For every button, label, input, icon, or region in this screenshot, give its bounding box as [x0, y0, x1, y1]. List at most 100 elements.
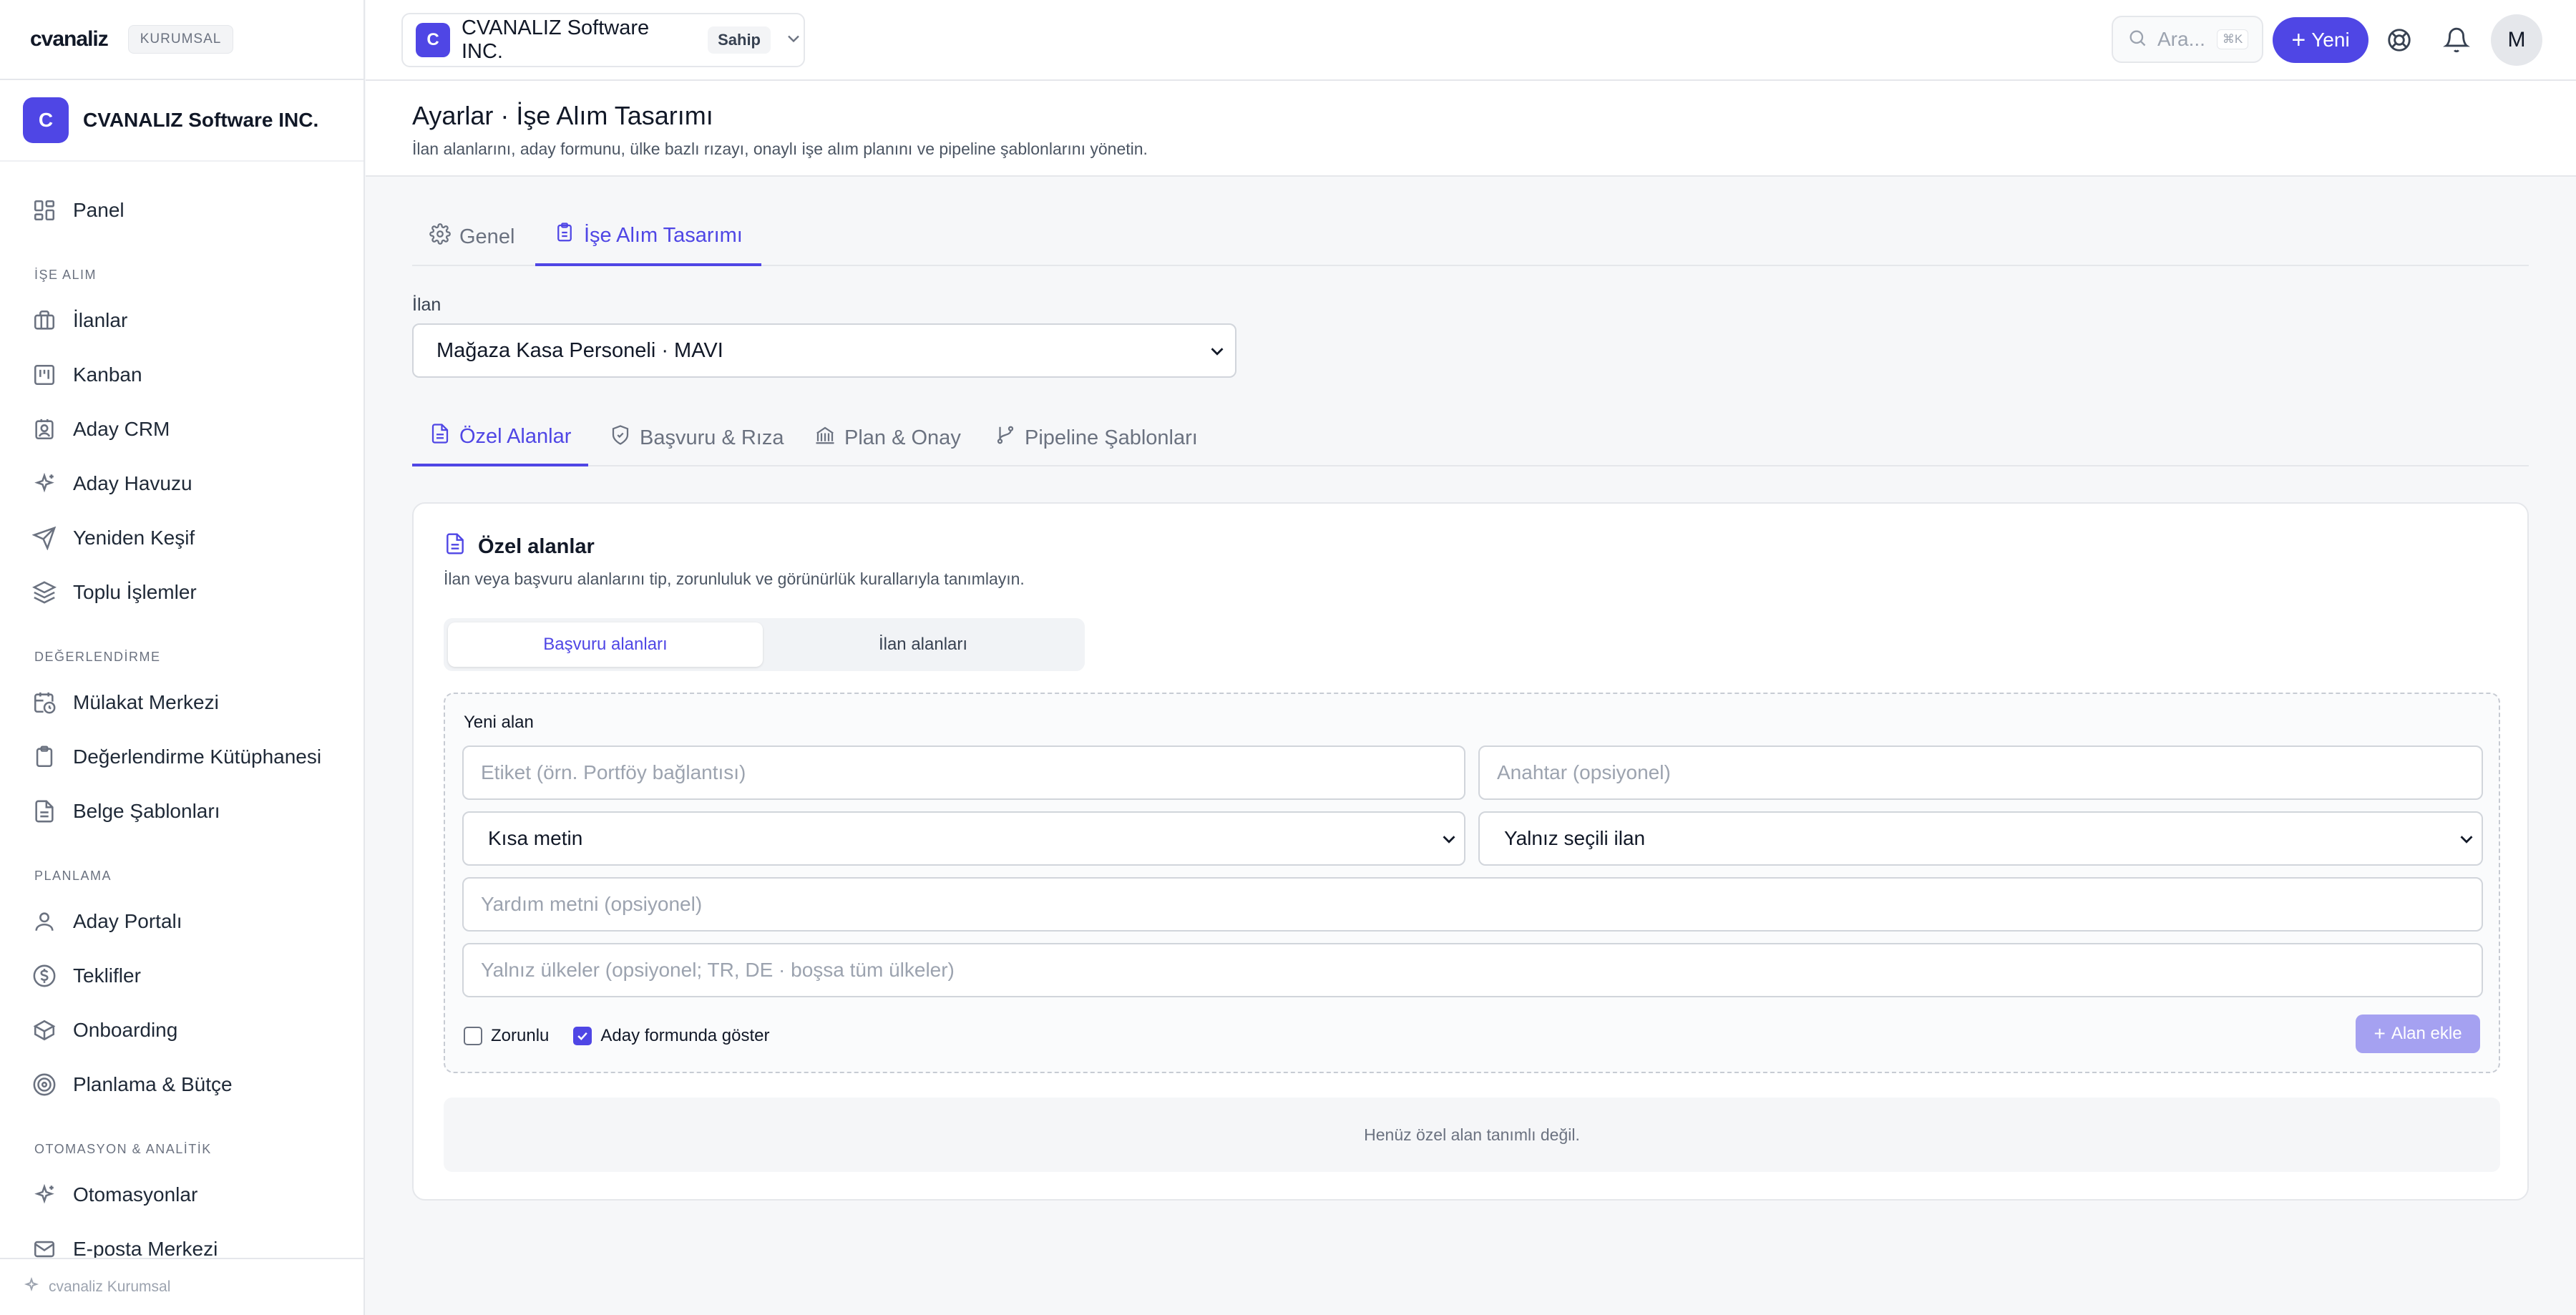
tab-basvuru-riza[interactable]: Başvuru & Rıza [610, 409, 784, 466]
sidebar-item-label: Panel [73, 199, 125, 221]
user-icon [31, 909, 57, 934]
search-input[interactable]: Ara... ⌘K [2112, 16, 2263, 63]
grid-icon [31, 197, 57, 223]
tab-label: Özel Alanlar [459, 424, 572, 448]
brand-row: cvanaliz KURUMSAL [0, 0, 364, 80]
key-input-placeholder: Anahtar (opsiyonel) [1497, 761, 1671, 783]
sidebar-item-yeniden-kesif[interactable]: Yeniden Keşif [31, 517, 195, 559]
git-branch-icon [995, 424, 1025, 451]
sidebar-footer: cvanaliz Kurumsal [0, 1258, 364, 1315]
sidebar-item-aday-havuzu[interactable]: Aday Havuzu [31, 462, 192, 505]
key-input[interactable]: Anahtar (opsiyonel) [1478, 746, 2483, 800]
sidebar-item-label: Toplu İşlemler [73, 581, 197, 603]
sidebar-item-aday-crm[interactable]: Aday CRM [31, 408, 170, 451]
segment-basvuru-alanlari[interactable]: Başvuru alanları [448, 622, 763, 667]
dollar-circle-icon [31, 963, 57, 989]
field-scope-value: Yalnız seçili ilan [1504, 827, 1646, 849]
sidebar-item-planlama-butce[interactable]: Planlama & Bütçe [31, 1063, 233, 1106]
calendar-clock-icon [31, 690, 57, 715]
empty-state: Henüz özel alan tanımlı değil. [444, 1098, 2500, 1172]
sidebar-item-mulakat-merkezi[interactable]: Mülakat Merkezi [31, 681, 219, 724]
sidebar-item-label: Aday Havuzu [73, 472, 192, 494]
layers-icon [31, 580, 57, 605]
section-heading-ise-alim: İŞE ALIM [34, 268, 97, 282]
footer-label: cvanaliz Kurumsal [49, 1279, 171, 1295]
field-type-select[interactable]: Kısa metin [462, 811, 1465, 866]
new-field-form: Yeni alan Etiket (örn. Portföy bağlantıs… [444, 693, 2500, 1073]
section-heading-otomasyon-analitik: OTOMASYON & ANALİTİK [34, 1142, 212, 1156]
brand-logo[interactable]: cvanaliz [30, 27, 109, 52]
sidebar-item-belge-sablonlari[interactable]: Belge Şablonları [31, 790, 220, 833]
field-options: Zorunlu Aday formunda göster [464, 1026, 770, 1046]
org-switcher[interactable]: C CVANALIZ Software INC. Sahip [401, 13, 805, 67]
sidebar-item-teklifler[interactable]: Teklifler [31, 954, 141, 997]
tab-pipeline-sablonlari[interactable]: Pipeline Şablonları [995, 409, 1198, 466]
countries-input[interactable]: Yalnız ülkeler (opsiyonel; TR, DE · boşs… [462, 943, 2483, 997]
chevron-down-icon [1438, 828, 1460, 855]
add-field-label: Alan ekle [2391, 1024, 2462, 1043]
help-lifebuoy-icon[interactable] [2384, 24, 2415, 56]
tab-label: Plan & Onay [844, 426, 961, 449]
sidebar-item-toplu-islemler[interactable]: Toplu İşlemler [31, 571, 197, 614]
card-subtitle: İlan veya başvuru alanlarını tip, zorunl… [444, 569, 1025, 588]
field-scope-toggle: Başvuru alanları İlan alanları [444, 618, 1085, 671]
contact-card-icon [31, 416, 57, 442]
sidebar-item-onboarding[interactable]: Onboarding [31, 1009, 177, 1052]
send-icon [31, 525, 57, 551]
document-icon [444, 532, 478, 561]
section-heading-planlama: PLANLAMA [34, 869, 112, 883]
bank-icon [814, 424, 844, 451]
org-header[interactable]: C CVANALIZ Software INC. [0, 80, 364, 162]
field-scope-select[interactable]: Yalnız seçili ilan [1478, 811, 2483, 866]
add-field-button[interactable]: + Alan ekle [2356, 1015, 2480, 1053]
card-title-text: Özel alanlar [478, 534, 595, 558]
sidebar-item-ilanlar[interactable]: İlanlar [31, 299, 127, 342]
sidebar-item-degerlendirme-kutuphanesi[interactable]: Değerlendirme Kütüphanesi [31, 735, 321, 778]
new-button-label: Yeni [2311, 29, 2350, 51]
org-name: CVANALIZ Software INC. [83, 109, 319, 131]
clipboard-icon [554, 222, 584, 249]
settings-tabs: Genel İşe Alım Tasarımı [412, 207, 2529, 266]
help-text-placeholder: Yardım metni (opsiyonel) [481, 893, 703, 915]
topbar: C CVANALIZ Software INC. Sahip Ara... ⌘K… [366, 0, 2576, 81]
sidebar-item-aday-portali[interactable]: Aday Portalı [31, 900, 182, 943]
custom-fields-card: Özel alanlar İlan veya başvuru alanların… [412, 502, 2529, 1201]
ilan-select[interactable]: Mağaza Kasa Personeli · MAVI [412, 323, 1236, 378]
new-button[interactable]: + Yeni [2273, 17, 2368, 63]
org-switcher-name: CVANALIZ Software INC. [461, 16, 650, 63]
sidebar-nav: Panel İŞE ALIM İlanlar Kanban Aday CRM A… [0, 162, 364, 1260]
page-subtitle: İlan alanlarını, aday formunu, ülke bazl… [412, 140, 1148, 158]
document-icon [31, 798, 57, 824]
ilan-select-value: Mağaza Kasa Personeli · MAVI [436, 338, 723, 362]
label-input[interactable]: Etiket (örn. Portföy bağlantısı) [462, 746, 1465, 800]
required-checkbox[interactable] [464, 1027, 482, 1045]
segment-ilan-alanlari[interactable]: İlan alanları [766, 622, 1080, 667]
role-badge: Sahip [708, 26, 771, 54]
tab-label: İşe Alım Tasarımı [584, 223, 743, 247]
page-title: Ayarlar · İşe Alım Tasarımı [412, 101, 713, 130]
chevron-down-icon [2456, 828, 2477, 855]
tab-ise-alim-tasarimi[interactable]: İşe Alım Tasarımı [535, 207, 761, 266]
sidebar-item-label: Değerlendirme Kütüphanesi [73, 746, 322, 768]
sidebar-item-label: Kanban [73, 363, 142, 386]
clipboard-icon [31, 744, 57, 770]
user-avatar[interactable]: M [2491, 14, 2542, 66]
show-in-form-checkbox[interactable] [573, 1027, 592, 1045]
package-icon [31, 1017, 57, 1043]
sidebar-item-otomasyonlar[interactable]: Otomasyonlar [31, 1173, 197, 1216]
tab-genel[interactable]: Genel [429, 207, 514, 266]
sidebar-item-label: Mülakat Merkezi [73, 691, 219, 713]
tab-plan-onay[interactable]: Plan & Onay [814, 409, 961, 466]
tab-ozel-alanlar[interactable]: Özel Alanlar [412, 409, 589, 466]
bell-icon[interactable] [2441, 24, 2472, 56]
show-in-form-label: Aday formunda göster [600, 1026, 770, 1045]
card-title: Özel alanlar [444, 532, 595, 561]
sidebar-item-panel[interactable]: Panel [31, 189, 125, 232]
search-icon [2127, 28, 2147, 52]
search-shortcut: ⌘K [2216, 29, 2249, 49]
sparkles-icon [31, 1182, 57, 1208]
sidebar-item-label: Belge Şablonları [73, 800, 220, 822]
help-text-input[interactable]: Yardım metni (opsiyonel) [462, 877, 2483, 932]
sidebar-item-label: Yeniden Keşif [73, 527, 195, 549]
sidebar-item-kanban[interactable]: Kanban [31, 353, 142, 396]
